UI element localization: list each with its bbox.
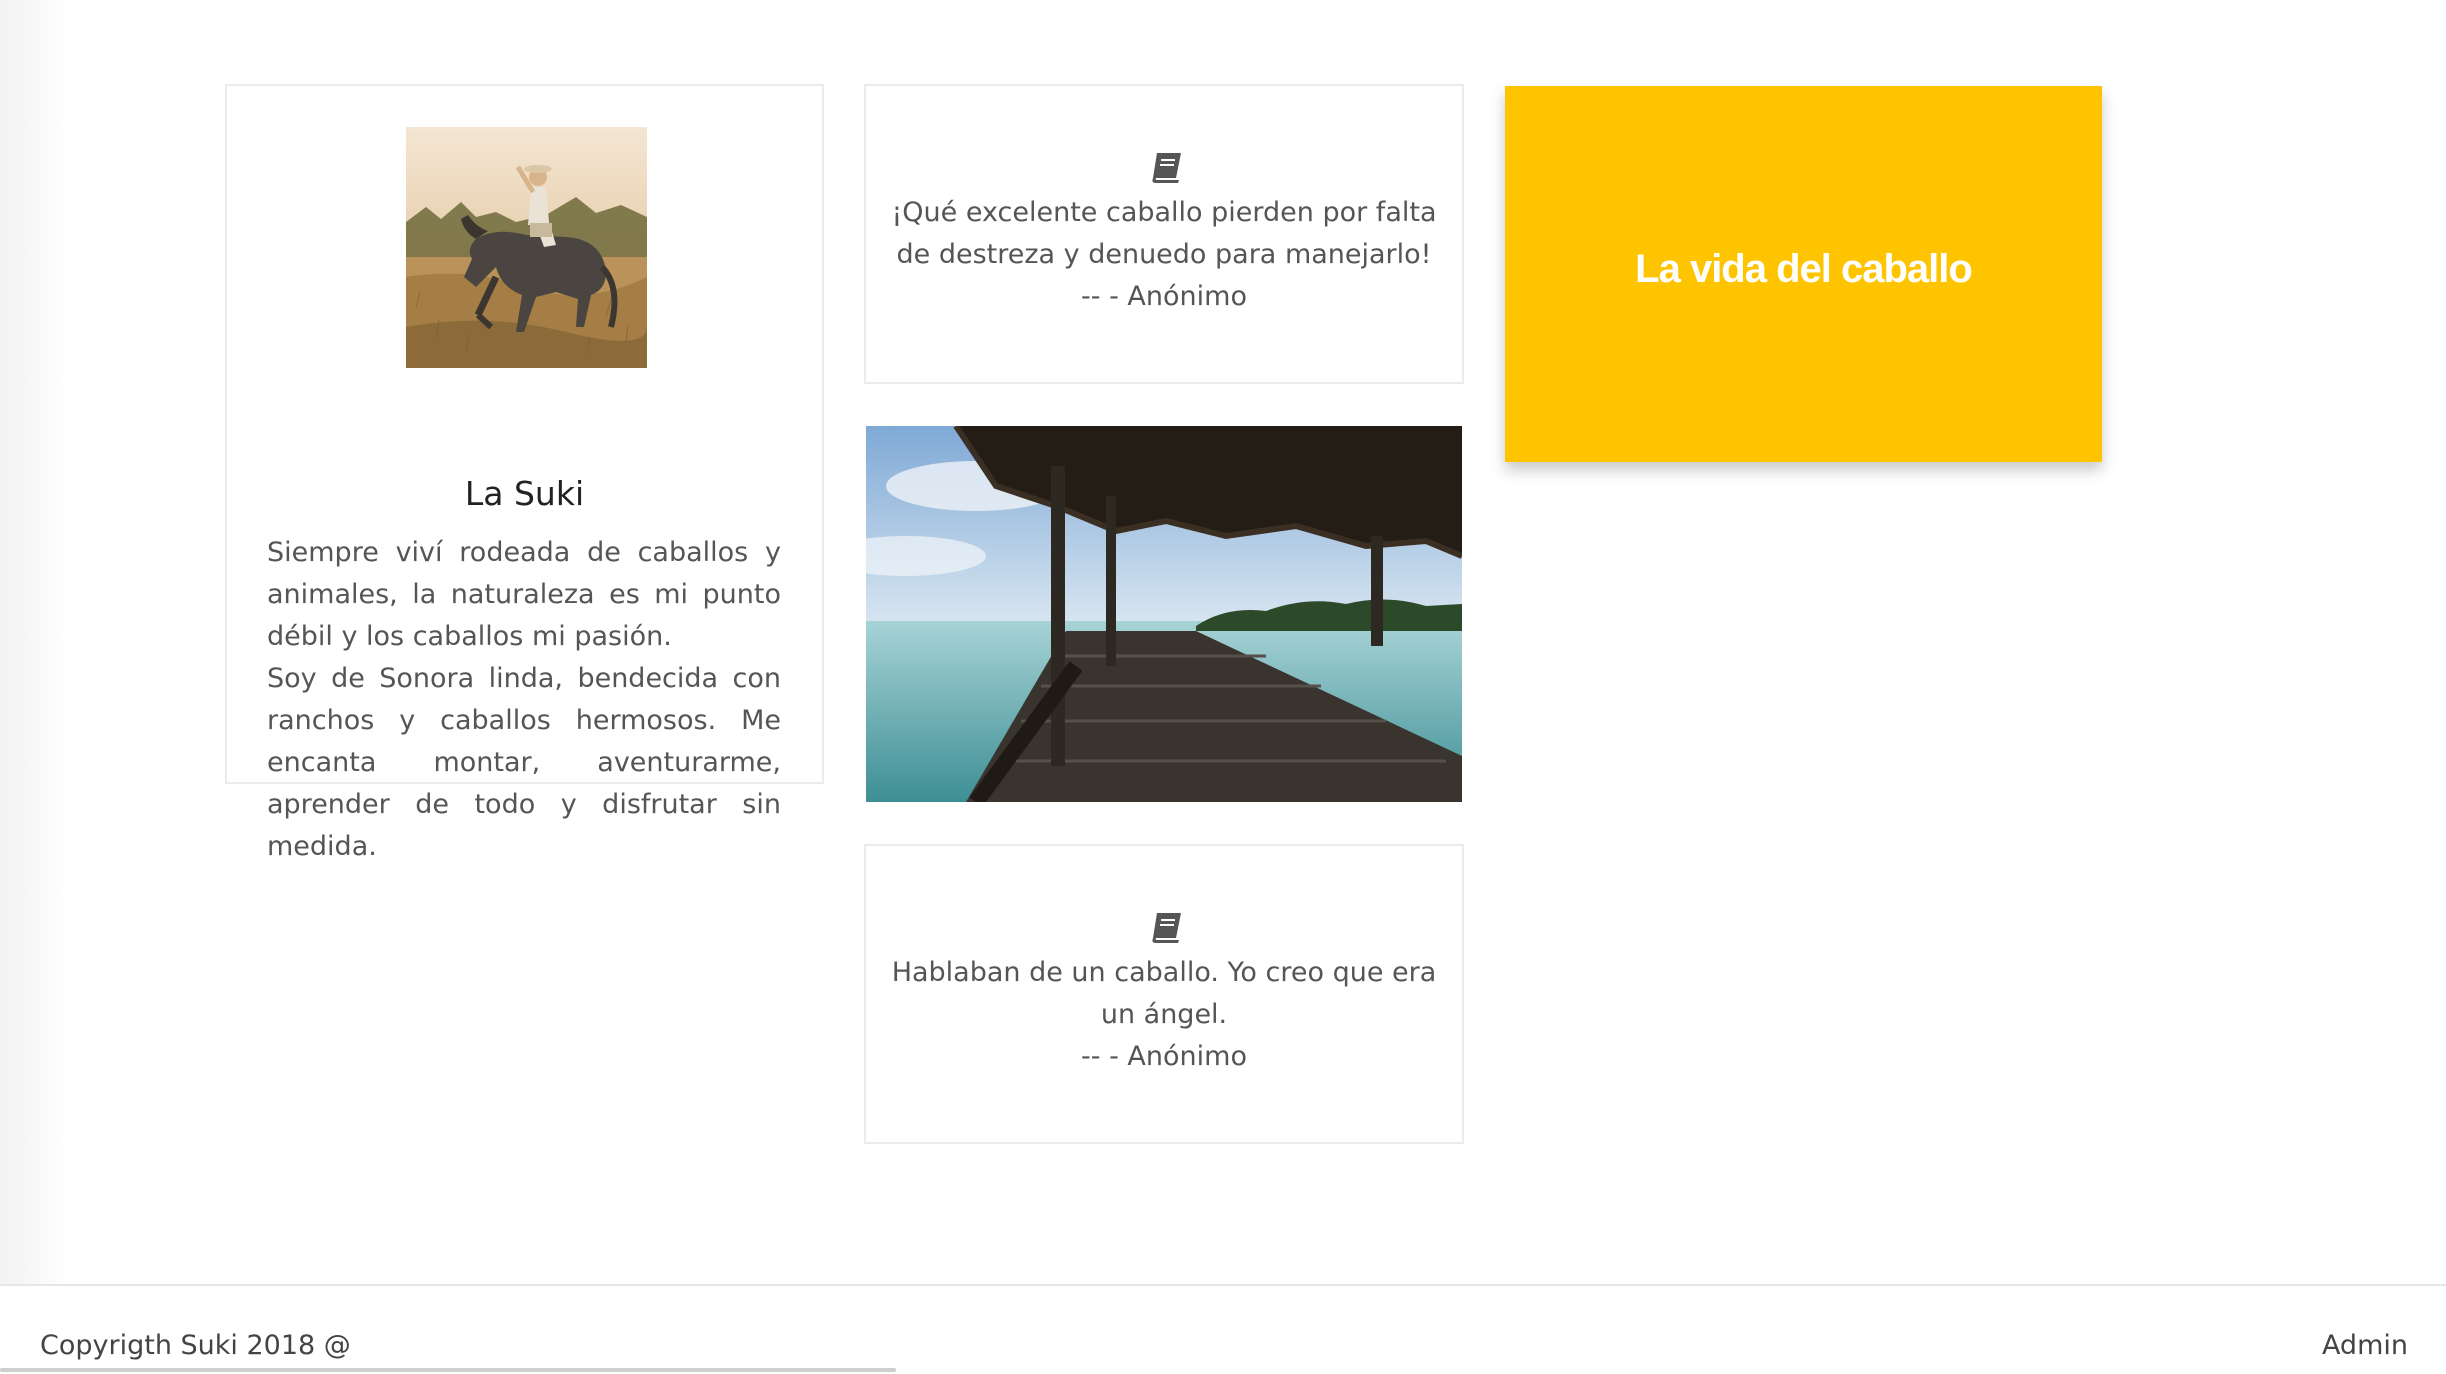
profile-name: La Suki <box>464 474 585 513</box>
feature-card[interactable]: La vida del caballo <box>1505 86 2102 462</box>
quote-author: -- - Anónimo <box>1081 1041 1247 1072</box>
footer-copyright: Copyrigth Suki 2018 @ <box>40 1330 351 1361</box>
book-icon <box>1152 913 1181 943</box>
quote-body: Hablaban de un caballo. Yo creo que era … <box>891 957 1437 1030</box>
lagoon-dock-photo-icon <box>866 426 1462 802</box>
footer: Copyrigth Suki 2018 @ Admin <box>0 1284 2446 1374</box>
book-icon <box>1152 153 1181 183</box>
quote-card: ¡Qué excelente caballo pierden por falta… <box>864 84 1464 384</box>
feature-title[interactable]: La vida del caballo <box>1635 247 1973 292</box>
profile-bio: Siempre viví rodeada de caballos y anima… <box>267 532 781 868</box>
profile-photo <box>406 127 647 368</box>
quote-card: Hablaban de un caballo. Yo creo que era … <box>864 844 1464 1144</box>
quote-text: ¡Qué excelente caballo pierden por falta… <box>880 192 1448 318</box>
profile-card: La Suki Siempre viví rodeada de caballos… <box>225 84 824 862</box>
profile-bio-paragraph: Siempre viví rodeada de caballos y anima… <box>267 537 781 652</box>
page: La Suki Siempre viví rodeada de caballos… <box>0 0 2446 1374</box>
horse-rider-photo-icon <box>406 127 647 368</box>
profile-bio-paragraph: Soy de Sonora linda, bendecida con ranch… <box>267 663 781 862</box>
quote-body: ¡Qué excelente caballo pierden por falta… <box>891 197 1437 270</box>
horizontal-scrollbar[interactable] <box>0 1368 896 1372</box>
quote-author: -- - Anónimo <box>1081 281 1247 312</box>
admin-link[interactable]: Admin <box>2322 1330 2408 1361</box>
quote-text: Hablaban de un caballo. Yo creo que era … <box>880 952 1448 1078</box>
left-edge-shade <box>0 0 70 1284</box>
dock-image <box>866 426 1462 802</box>
